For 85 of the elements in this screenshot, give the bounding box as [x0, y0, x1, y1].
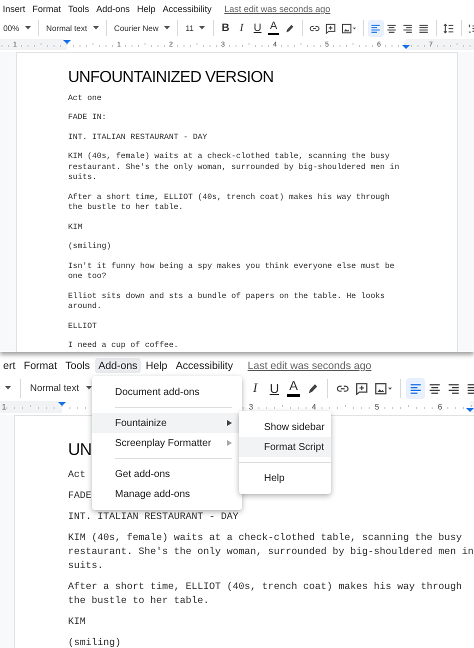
script-paragraph: (smiling) [68, 636, 121, 648]
script-paragraph: INT. ITALIAN RESTAURANT - DAY [68, 132, 208, 144]
menu-item[interactable]: Format Script [239, 437, 331, 457]
last-edit-link[interactable]: Last edit was seconds ago [248, 360, 372, 372]
underline-button[interactable]: U [264, 378, 284, 400]
dropdown[interactable]: Normal text [42, 20, 102, 38]
script-paragraph: KIM [68, 222, 82, 234]
script-paragraph: Act [68, 468, 86, 482]
indent-marker-icon[interactable] [58, 402, 66, 406]
script-paragraph: KIM (40s, female) waits at a check-clothed table, scanning the busy restaurant. She's the only woman, surrounded by big-shouldered men in suits. [68, 530, 474, 573]
script-paragraph: I need a cup of coffee. [68, 341, 178, 352]
ruler-number: 6 [438, 402, 442, 412]
caret-icon [86, 386, 92, 390]
dropdown[interactable]: 00% [0, 20, 34, 38]
marker-pen-icon [284, 22, 296, 34]
dropdown[interactable]: 11 [182, 20, 209, 38]
italic-button[interactable]: I [234, 20, 250, 38]
script-paragraph: (smiling) [68, 242, 112, 253]
align-center-icon [386, 22, 398, 34]
script-paragraph: FADE [68, 488, 92, 503]
align-right-icon [402, 22, 414, 34]
menu-item[interactable]: Add-ons [94, 2, 132, 16]
script-paragraph: INT. ITALIAN RESTAURANT - DAY [68, 510, 238, 524]
indent-marker-icon[interactable] [402, 44, 410, 49]
script-paragraph: KIM [68, 614, 86, 629]
align-left-icon [408, 382, 422, 396]
menu-item[interactable]: Help [239, 468, 331, 488]
dropdown[interactable]: Courier New [110, 20, 174, 38]
menu-item[interactable]: Accessibility [172, 358, 236, 374]
indent-marker-icon[interactable] [466, 408, 474, 412]
document-title: UNFOUNTAINIZED VERSION [68, 68, 274, 87]
submenu-arrow-icon [227, 420, 232, 426]
underline-button[interactable]: U [250, 20, 266, 38]
align-left-icon [370, 22, 382, 34]
menu-item[interactable]: Tools [65, 2, 92, 16]
add-comment-icon [324, 22, 336, 34]
ruler-number: 3 [248, 402, 254, 412]
align-right-icon [447, 382, 461, 396]
menu-item[interactable]: ert [0, 358, 19, 374]
align-justify-icon [418, 22, 430, 34]
bold-button[interactable]: B [218, 20, 234, 38]
menu-item[interactable]: Manage add-ons [92, 484, 242, 504]
ruler-number: 5 [374, 402, 380, 412]
menu-item[interactable]: Format [20, 358, 60, 374]
align-left-button[interactable] [406, 378, 426, 400]
menu-item[interactable]: Help [142, 358, 171, 374]
script-paragraph: After a short time, ELLIOT (40s, trench coat) makes his way through the bustle to her table. [68, 192, 391, 214]
menu-item[interactable]: Tools [62, 358, 94, 374]
menu-item[interactable]: Fountainize [92, 413, 242, 433]
menu-item[interactable]: Format [30, 2, 64, 16]
caret-icon [199, 26, 206, 30]
submenu-arrow-icon [227, 440, 232, 446]
menu-item[interactable]: Show sidebar [239, 417, 331, 437]
menu-item[interactable]: Screenplay Formatter [92, 433, 242, 453]
italic-button[interactable]: I [246, 378, 265, 400]
script-paragraph: ELLIOT [68, 322, 97, 332]
caret-icon [92, 26, 99, 30]
align-left-button[interactable] [368, 20, 384, 38]
document-title: UN [68, 440, 92, 460]
caret-icon[interactable] [4, 386, 11, 390]
indent-marker-icon[interactable] [63, 40, 71, 44]
text-color-button[interactable]: A [284, 378, 304, 400]
ruler-number: 1 [2, 402, 6, 412]
script-paragraph: Act one [68, 94, 102, 104]
image-icon [340, 22, 357, 34]
image-icon [374, 382, 393, 396]
caret-icon [164, 26, 170, 30]
menu-item[interactable]: Add-ons [95, 358, 141, 374]
menu-item[interactable]: Help [134, 2, 158, 16]
script-paragraph: Isn't it funny how being a spy makes you think everyone else must be one too? [68, 262, 396, 283]
menu-item[interactable]: Insert [0, 2, 28, 16]
script-paragraph: FADE IN: [68, 113, 106, 124]
align-center-icon [428, 382, 442, 396]
caret-icon [24, 26, 31, 30]
script-paragraph: After a short time, ELLIOT (40s, trench coat) makes his way through the bustle to her table. [68, 580, 463, 608]
menu-item[interactable]: Accessibility [160, 2, 214, 16]
add-comment-icon [355, 382, 368, 396]
script-paragraph: KIM (40s, female) waits at a check-clothed table, scanning the busy restaurant. She's the only woman, surrounded by big-shouldered men in suits. [68, 152, 400, 184]
ruler-number: 4 [312, 402, 316, 412]
script-paragraph: Elliot sits down and sts a bundle of papers on the table. He looks around. [68, 292, 386, 313]
line-spacing-icon [442, 22, 454, 34]
marker-pen-icon [306, 382, 320, 396]
menu-item[interactable]: Get add-ons [92, 464, 242, 484]
text-color-button[interactable]: A [266, 20, 282, 38]
last-edit-link[interactable]: Last edit was seconds ago [224, 4, 330, 14]
